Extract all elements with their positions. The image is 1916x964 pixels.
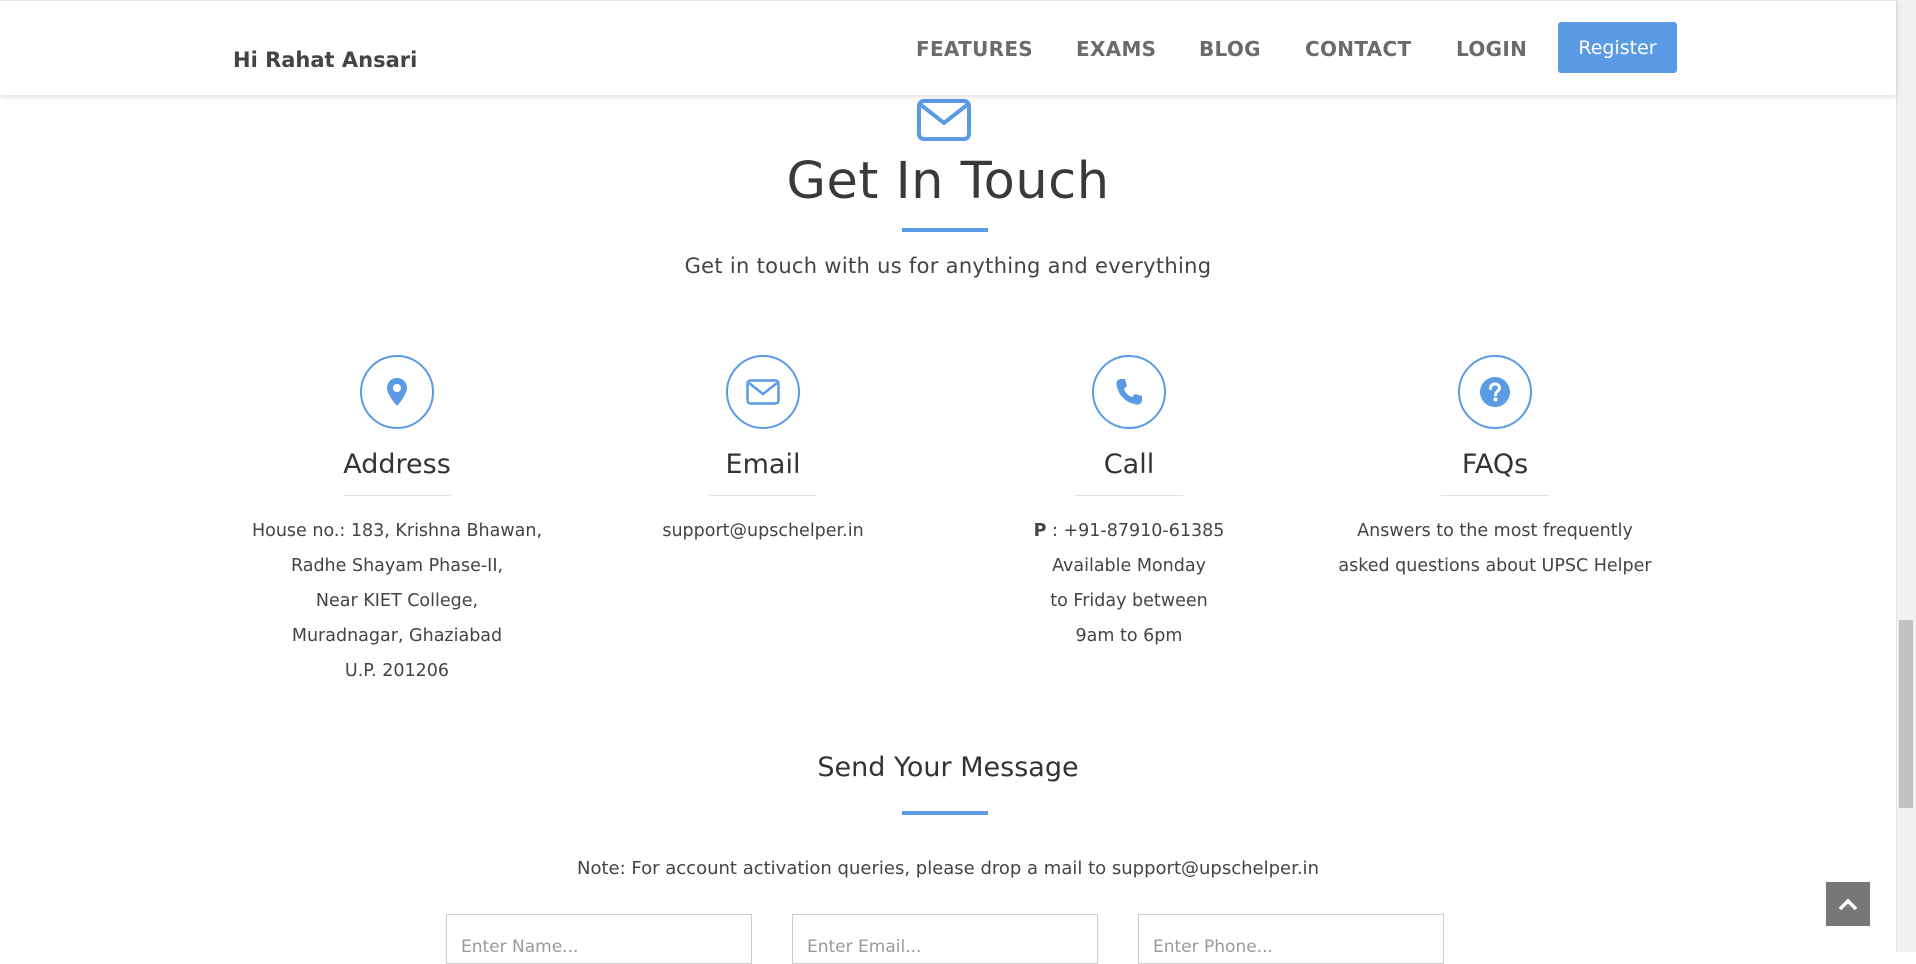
call-title: Call	[1103, 449, 1155, 480]
map-marker-icon	[360, 355, 434, 429]
support-email-link[interactable]: support@upschelper.in	[580, 514, 946, 549]
question-circle-icon[interactable]	[1458, 355, 1532, 429]
address-line: Near KIET College,	[315, 591, 479, 611]
address-title: Address	[343, 449, 451, 480]
address-line: Muradnagar, Ghaziabad	[291, 626, 503, 646]
register-button[interactable]: Register	[1558, 22, 1677, 73]
address-line: House no.: 183, Krishna Bhawan,	[251, 521, 543, 541]
faqs-title[interactable]: FAQs	[1312, 449, 1678, 480]
chevron-up-icon	[1838, 898, 1858, 911]
page-title: Get In Touch	[786, 152, 1110, 211]
title-underline	[902, 228, 988, 232]
nav-login[interactable]: LOGIN	[1456, 37, 1527, 61]
scrollbar-thumb[interactable]	[1899, 620, 1913, 808]
phone-number: P : +91-87910-61385	[946, 514, 1312, 549]
phone-input[interactable]	[1138, 914, 1444, 964]
name-input[interactable]	[446, 914, 752, 964]
phone-icon	[1092, 355, 1166, 429]
envelope-icon	[917, 99, 971, 145]
address-line: U.P. 201206	[344, 661, 450, 681]
activation-note: Note: For account activation queries, pl…	[577, 858, 1319, 879]
faqs-column: FAQs Answers to the most frequently aske…	[1312, 355, 1678, 584]
address-column: Address House no.: 183, Krishna Bhawan, …	[214, 355, 580, 689]
phone-value: : +91-87910-61385	[1046, 521, 1225, 541]
phone-label: P	[1033, 521, 1047, 541]
hours-line: 9am to 6pm	[1075, 626, 1183, 646]
faqs-line: Answers to the most frequently	[1357, 521, 1633, 541]
nav-features[interactable]: FEATURES	[916, 37, 1033, 61]
send-message-title: Send Your Message	[817, 752, 1079, 783]
email-title: Email	[725, 449, 801, 480]
user-greeting: Hi Rahat Ansari	[233, 48, 418, 72]
page-scrollbar[interactable]	[1896, 0, 1916, 952]
hours-line: Available Monday	[1052, 556, 1206, 576]
divider	[343, 495, 451, 496]
back-to-top-button[interactable]	[1826, 882, 1870, 926]
top-navbar: Hi Rahat Ansari FEATURES EXAMS BLOG CONT…	[0, 0, 1896, 95]
hours-line: to Friday between	[1050, 591, 1208, 611]
divider	[1075, 495, 1183, 496]
divider	[709, 495, 817, 496]
email-input[interactable]	[792, 914, 1098, 964]
address-line: Radhe Shayam Phase-II,	[290, 556, 504, 576]
message-title-underline	[902, 811, 988, 815]
nav-exams[interactable]: EXAMS	[1076, 37, 1156, 61]
envelope-icon	[726, 355, 800, 429]
call-column: Call P : +91-87910-61385 Available Monda…	[946, 355, 1312, 654]
nav-blog[interactable]: BLOG	[1199, 37, 1261, 61]
page-subtitle: Get in touch with us for anything and ev…	[684, 254, 1212, 278]
nav-contact[interactable]: CONTACT	[1305, 37, 1411, 61]
faqs-line: asked questions about UPSC Helper	[1338, 556, 1652, 576]
divider	[1441, 495, 1549, 496]
email-column: Email support@upschelper.in	[580, 355, 946, 549]
